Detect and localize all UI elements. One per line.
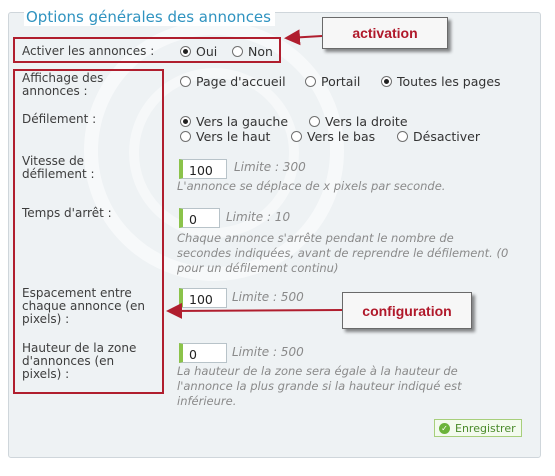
activation-arrow	[284, 29, 323, 46]
activation-callout: activation	[322, 17, 448, 49]
configuration-arrow	[166, 302, 343, 319]
annotation-arrows	[166, 29, 343, 319]
configuration-callout: configuration	[342, 292, 472, 329]
